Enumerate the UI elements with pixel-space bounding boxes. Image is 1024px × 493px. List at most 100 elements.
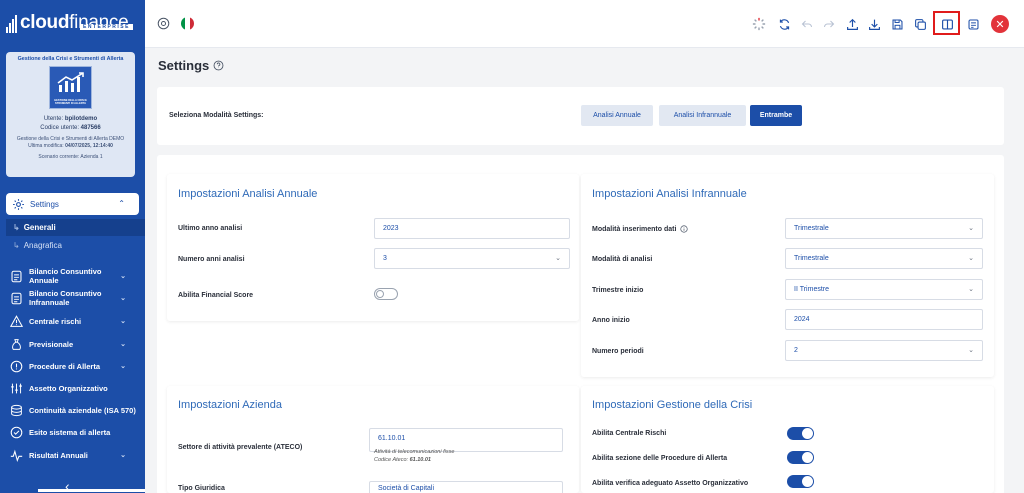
sidebar-item-label: Risultati Annuali: [29, 450, 88, 460]
chevron-down-icon: ⌄: [968, 286, 974, 293]
app-logo[interactable]: cloudfinance: [6, 9, 129, 37]
sidebar-item-label: Assetto Organizzativo: [29, 383, 108, 393]
sidebar-item-procedure-allerta[interactable]: Procedure di Allerta ⌄: [10, 359, 140, 373]
sidebar-item-anagrafica[interactable]: ↳ Anagrafica: [6, 238, 62, 252]
infrannual-section-title: Impostazioni Analisi Infrannuale: [592, 188, 747, 200]
legal-type-label: Tipo Giuridica: [178, 485, 225, 492]
sidebar-item-assetto-organizzativo[interactable]: Assetto Organizzativo: [10, 381, 140, 395]
data-entry-mode-select[interactable]: Trimestrale ⌄: [785, 218, 983, 239]
assetto-organizzativo-toggle[interactable]: [787, 475, 814, 488]
loading-spinner-icon: [751, 16, 767, 32]
infrannual-settings-card: Impostazioni Analisi Infrannuale Modalit…: [581, 174, 994, 377]
sidebar-item-centrale-rischi[interactable]: Centrale rischi ⌄: [10, 314, 140, 328]
save-icon[interactable]: [889, 16, 905, 32]
chevron-down-icon: ⌄: [120, 273, 126, 280]
centrale-rischi-toggle[interactable]: [787, 427, 814, 440]
sidebar-item-bilancio-annuale[interactable]: Bilancio Consuntivo Annuale ⌄: [10, 266, 140, 286]
sidebar-item-generali[interactable]: ↳ Generali: [6, 219, 145, 236]
infra-row-label: Modalità inserimento dati: [592, 225, 689, 233]
submenu-arrow-icon: ↳: [13, 240, 20, 250]
database-icon: [11, 404, 22, 416]
sidebar: cloudfinance ENTERPRISE Gestione della C…: [0, 0, 145, 493]
ateco-label: Settore di attività prevalente (ATECO): [178, 444, 303, 451]
sidebar-item-label: Continuità aziendale (ISA 570): [29, 405, 136, 415]
mode-panel: Seleziona Modalità Settings: Analisi Ann…: [157, 87, 1004, 145]
sidebar-item-label: Esito sistema di allerta: [29, 427, 111, 437]
analysis-mode-select[interactable]: Trimestrale ⌄: [785, 248, 983, 269]
copy-icon[interactable]: [912, 16, 928, 32]
check-circle-icon: [10, 426, 23, 438]
mode-button-entrambe[interactable]: Entrambe: [750, 105, 802, 126]
flag-stripe-red: [189, 17, 194, 30]
chevron-down-icon: ⌄: [968, 347, 974, 354]
sidebar-item-bilancio-infrannuale[interactable]: Bilancio Consuntivo Infrannuale ⌄: [10, 288, 140, 308]
moneybag-icon: [12, 338, 21, 350]
undo-icon[interactable]: [799, 16, 815, 32]
upload-icon[interactable]: [844, 16, 860, 32]
procedure-allerta-toggle[interactable]: [787, 451, 814, 464]
infra-row-label: Modalità di analisi: [592, 256, 653, 263]
sidebar-item-label: Procedure di Allerta: [29, 361, 100, 371]
crisis-row-label: Abilita Centrale Rischi: [592, 430, 667, 437]
logo-text: cloudfinance: [20, 12, 129, 33]
sidebar-item-label: Previsionale: [29, 339, 74, 349]
start-quarter-select[interactable]: II Trimestre ⌄: [785, 279, 983, 300]
chevron-down-icon: ⌄: [120, 318, 126, 325]
sidebar-item-label: Anagrafica: [23, 240, 62, 250]
infra-row-label: Anno inizio: [592, 317, 630, 324]
chevron-down-icon: ⌄: [968, 225, 974, 232]
company-line: Gestione della Crisi e Strumenti di Alle…: [16, 136, 125, 142]
help-icon[interactable]: [213, 60, 224, 71]
ateco-description: Attività di telecomunicazioni fisse Codi…: [374, 449, 455, 463]
sidebar-item-label: Bilancio Consuntivo Infrannuale: [29, 289, 102, 307]
company-section-title: Impostazioni Azienda: [178, 399, 282, 411]
module-image-caption: GESTIONE DELLA CRISI E STRUMENTI DI ALLE…: [54, 99, 87, 105]
scenario-line: Scenario corrente: Azienda 1: [38, 154, 103, 160]
notes-icon[interactable]: [965, 16, 981, 32]
legal-type-input[interactable]: Società di Capitali: [369, 481, 563, 493]
chevron-down-icon: ⌄: [120, 452, 126, 459]
logo-bars-icon: [6, 13, 17, 33]
periods-count-select[interactable]: 2 ⌄: [785, 340, 983, 361]
warning-icon: [10, 314, 23, 327]
document-icon: [11, 270, 22, 282]
download-icon[interactable]: [866, 16, 882, 32]
annual-row-label: Numero anni analisi: [178, 256, 245, 263]
support-icon[interactable]: [157, 17, 170, 30]
sidebar-item-esito-sistema[interactable]: Esito sistema di allerta: [10, 425, 140, 439]
sidebar-item-label: Centrale rischi: [29, 316, 82, 326]
italian-flag-icon[interactable]: [181, 17, 194, 30]
chevron-down-icon: ⌄: [555, 255, 561, 262]
split-view-icon[interactable]: [939, 16, 955, 32]
sidebar-scrollbar[interactable]: [38, 489, 145, 492]
infra-row-label: Trimestre inizio: [592, 287, 644, 294]
sidebar-item-previsionale[interactable]: Previsionale ⌄: [10, 337, 140, 351]
sidebar-item-label: Generali: [23, 223, 56, 232]
financial-score-toggle[interactable]: [374, 288, 398, 300]
sidebar-item-risultati-annuali[interactable]: Risultati Annuali ⌄: [10, 448, 140, 462]
years-count-select[interactable]: 3 ⌄: [374, 248, 570, 269]
last-year-input[interactable]: 2023: [374, 218, 570, 239]
nav-settings-label: Settings: [30, 199, 59, 209]
annual-section-title: Impostazioni Analisi Annuale: [178, 188, 318, 200]
nav-settings[interactable]: Settings ⌃: [6, 193, 139, 215]
mode-button-infrannuale[interactable]: Analisi Infrannuale: [659, 105, 746, 126]
close-button[interactable]: ✕: [991, 15, 1009, 33]
gear-icon: [13, 198, 24, 210]
annual-row-label: Ultimo anno analisi: [178, 225, 243, 232]
org-chart-icon: [11, 383, 22, 393]
user-line: Utente: bpilotdemo: [43, 116, 98, 122]
mode-button-annuale[interactable]: Analisi Annuale: [581, 105, 653, 126]
growth-chart-icon: [57, 72, 84, 92]
pulse-icon: [10, 449, 23, 462]
refresh-icon[interactable]: [776, 16, 792, 32]
redo-icon[interactable]: [821, 16, 837, 32]
chevron-down-icon: ⌄: [968, 255, 974, 262]
last-modified-line: Ultima modifica: 04/07/2025, 12:14:40: [28, 143, 113, 149]
sidebar-item-continuita-aziendale[interactable]: Continuità aziendale (ISA 570): [10, 403, 140, 417]
main-content: Settings Seleziona Modalità Settings: An…: [145, 48, 1024, 493]
info-icon[interactable]: [680, 225, 689, 233]
start-year-input[interactable]: 2024: [785, 309, 983, 330]
chevron-up-icon: ⌃: [118, 199, 125, 208]
chevron-down-icon: ⌄: [120, 341, 126, 348]
